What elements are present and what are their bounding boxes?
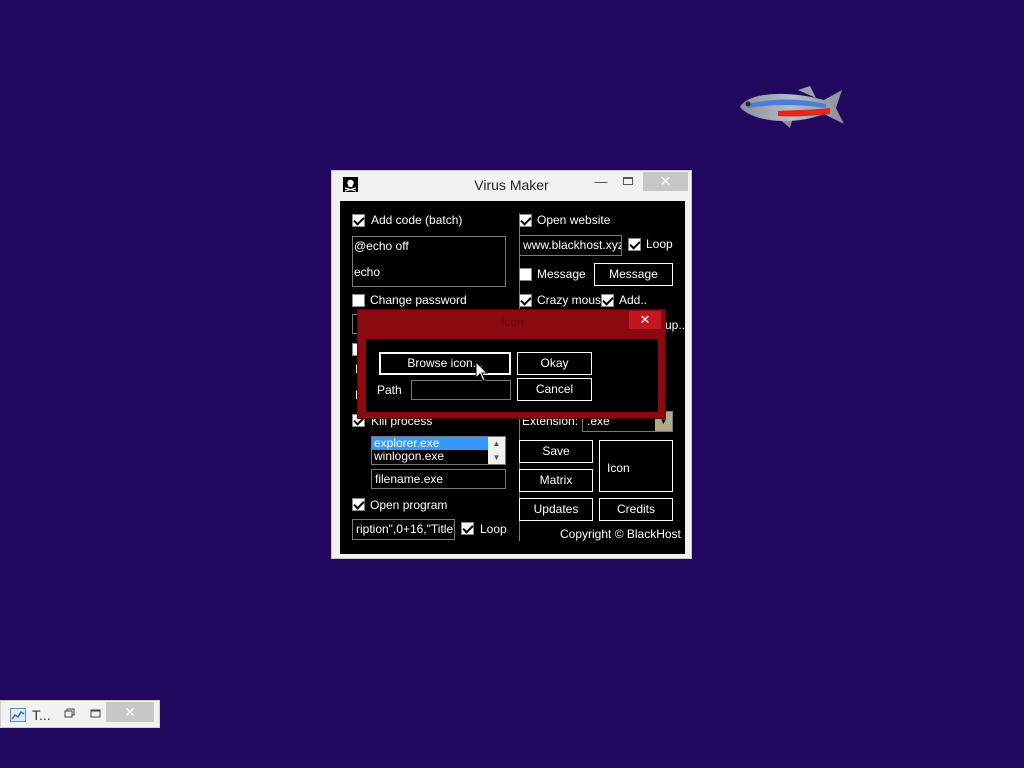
dialog-panel: Browse icon... Okay Path Cancel — [366, 339, 658, 412]
mouse-cursor-icon — [475, 361, 489, 382]
code-line: echo — [354, 265, 381, 279]
title-bar[interactable]: Virus Maker — ✕ — [332, 171, 691, 199]
website-loop-checkbox[interactable] — [628, 238, 641, 251]
open-program-field[interactable]: ription",0+16,"Title") — [352, 519, 455, 540]
partial-label: up.. — [665, 318, 686, 332]
matrix-button[interactable]: Matrix — [519, 469, 593, 492]
close-button[interactable]: ✕ — [106, 702, 154, 722]
message-button[interactable]: Message — [594, 263, 673, 286]
crazy-mouse-label: Crazy mouse — [537, 293, 608, 307]
open-program-label: Open program — [370, 498, 448, 512]
maximize-button[interactable] — [618, 174, 640, 192]
path-field[interactable] — [411, 380, 511, 400]
code-line: @echo off — [354, 239, 409, 253]
change-password-checkbox[interactable] — [352, 294, 365, 307]
add-label: Add.. — [619, 293, 648, 307]
add-code-label: Add code (batch) — [371, 213, 463, 227]
updates-button[interactable]: Updates — [519, 498, 593, 521]
minimized-window[interactable]: T... ✕ — [0, 700, 160, 728]
okay-button[interactable]: Okay — [517, 352, 592, 375]
browse-icon-button[interactable]: Browse icon... — [379, 352, 511, 375]
credits-button[interactable]: Credits — [599, 498, 673, 521]
fish-decoration — [740, 86, 844, 128]
change-password-label: Change password — [370, 293, 467, 307]
copyright-text: Copyright © BlackHost — [560, 527, 681, 541]
process-listbox[interactable]: explorer.exe winlogon.exe ▲ ▼ — [371, 436, 506, 465]
minimize-button[interactable]: — — [590, 174, 612, 192]
listbox-scrollbar[interactable]: ▲ ▼ — [488, 437, 505, 464]
crazy-mouse-checkbox[interactable] — [519, 294, 532, 307]
program-loop-checkbox[interactable] — [461, 522, 474, 535]
filename-field[interactable]: filename.exe — [371, 469, 506, 489]
save-button[interactable]: Save — [519, 440, 593, 463]
task-manager-icon — [10, 708, 26, 722]
cancel-button[interactable]: Cancel — [517, 378, 592, 401]
website-url-field[interactable]: www.blackhost.xyz — [519, 235, 622, 256]
dialog-close-button[interactable]: ✕ — [629, 311, 661, 329]
program-loop-label: Loop — [480, 522, 507, 536]
maximize-icon — [623, 177, 633, 185]
open-program-checkbox[interactable] — [352, 498, 365, 511]
restore-button[interactable] — [63, 707, 77, 721]
list-item[interactable]: winlogon.exe — [372, 450, 488, 463]
scroll-down-icon[interactable]: ▼ — [488, 451, 505, 464]
message-label: Message — [537, 267, 586, 281]
dialog-title: Icon — [501, 315, 524, 329]
open-website-label: Open website — [537, 213, 611, 227]
website-loop-label: Loop — [646, 237, 673, 251]
path-label: Path — [377, 383, 402, 397]
batch-code-textarea[interactable]: @echo off echo — [352, 236, 506, 287]
icon-dialog: Icon ✕ Browse icon... Okay Path Cancel — [357, 309, 666, 419]
add-code-checkbox[interactable] — [352, 214, 365, 227]
scroll-up-icon[interactable]: ▲ — [488, 437, 505, 450]
maximize-icon — [90, 709, 101, 718]
close-button[interactable]: ✕ — [643, 172, 688, 191]
add-checkbox[interactable] — [601, 294, 614, 307]
restore-icon — [64, 708, 75, 718]
icon-preview-box[interactable]: Icon — [599, 440, 673, 492]
open-website-checkbox[interactable] — [519, 214, 532, 227]
maximize-button[interactable] — [89, 707, 103, 721]
minimized-window-title: T... — [32, 707, 51, 723]
message-checkbox[interactable] — [519, 268, 532, 281]
